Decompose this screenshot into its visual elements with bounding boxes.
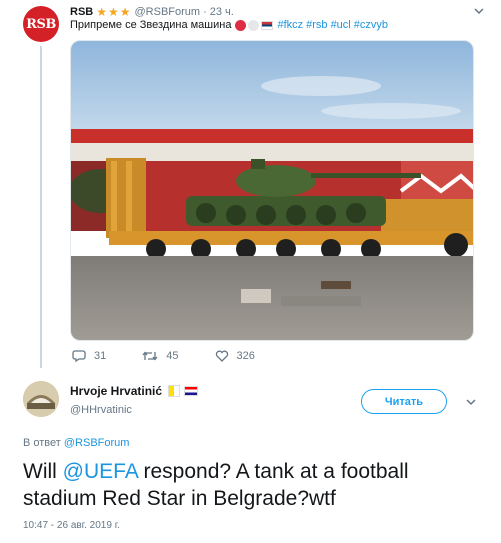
reply-to-line: В ответ @RSBForum	[23, 437, 129, 449]
heart-icon	[215, 350, 228, 362]
tweet2-author-name[interactable]: Hrvoje Hrvatinić	[70, 384, 162, 398]
tweet2-text: Will @UEFA respond? A tank at a football…	[23, 458, 483, 512]
follow-button[interactable]: Читать	[361, 389, 447, 414]
hashtag-link[interactable]: #ucl	[331, 19, 351, 31]
stadium-icon	[23, 381, 59, 417]
separator-dot: ·	[203, 6, 207, 18]
tweet1-author-name[interactable]: RSB	[70, 6, 93, 18]
reply-prefix: В ответ	[23, 437, 61, 449]
croatia-flag-icon	[184, 386, 199, 396]
vatican-flag-icon	[168, 385, 181, 397]
uefa-mention-link[interactable]: @UEFA	[63, 460, 138, 483]
rsb-avatar[interactable]: RSB	[23, 6, 59, 42]
tweet2-text-start: Will	[23, 460, 63, 483]
retweet-action[interactable]: 45	[142, 350, 179, 362]
like-count: 326	[236, 350, 255, 362]
reply-icon	[72, 350, 86, 362]
tweet1-handle[interactable]: @RSBForum	[135, 6, 201, 18]
retweet-count: 45	[166, 350, 179, 362]
reply-count: 31	[94, 350, 107, 362]
tweet2-handle[interactable]: @HHrvatinic	[70, 404, 132, 416]
hashtag-link[interactable]: #rsb	[306, 19, 327, 31]
tweet1-text: Припреме се Звездина машина #fkcz #rsb #…	[70, 19, 388, 31]
tweet1-time[interactable]: 23 ч.	[210, 6, 234, 18]
reply-action[interactable]: 31	[72, 350, 106, 362]
star-icons: ★★★	[96, 5, 132, 19]
reply-to-handle-link[interactable]: @RSBForum	[64, 437, 130, 449]
tweet1-photo[interactable]	[70, 40, 474, 341]
hhrvatinic-avatar[interactable]	[23, 381, 59, 417]
tweet1-header: RSB ★★★ @RSBForum · 23 ч.	[70, 5, 234, 19]
tweet1-actions: 31 45 326	[72, 350, 291, 362]
tweet2-author: Hrvoje Hrvatinić	[70, 384, 199, 398]
hashtag-link[interactable]: #czvyb	[354, 19, 388, 31]
white-circle-emoji-icon	[248, 19, 260, 31]
like-action[interactable]: 326	[215, 350, 255, 362]
retweet-icon	[142, 351, 158, 361]
chevron-down-icon[interactable]	[474, 6, 484, 16]
tweet1-text-body: Припреме се Звездина машина	[70, 19, 232, 31]
chevron-down-icon[interactable]	[466, 397, 476, 407]
hashtag-link[interactable]: #fkcz	[277, 19, 303, 31]
tweet2-timestamp[interactable]: 10:47 - 26 авг. 2019 г.	[23, 520, 120, 531]
tank-photo-image	[71, 41, 473, 340]
serbia-flag-icon	[261, 20, 274, 30]
thread-line	[40, 46, 42, 368]
red-circle-emoji-icon	[235, 19, 247, 31]
